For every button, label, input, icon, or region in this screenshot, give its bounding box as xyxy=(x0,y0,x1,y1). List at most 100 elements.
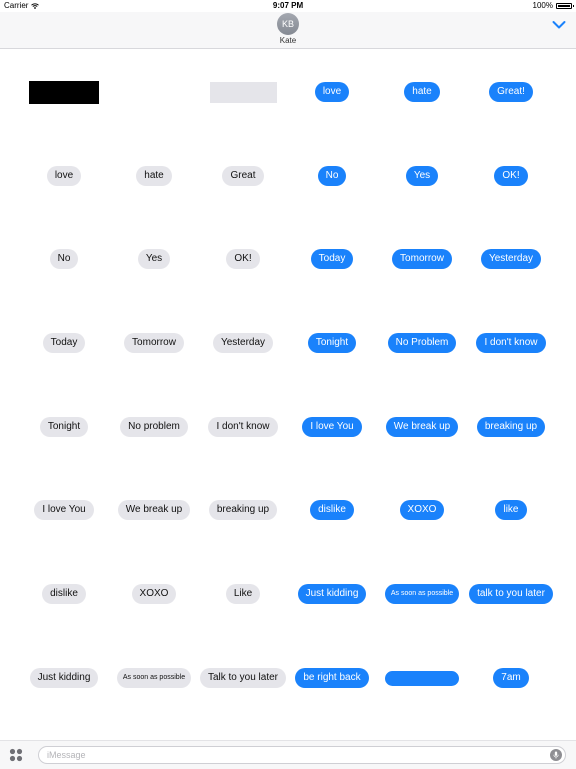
sticker-bubble[interactable]: love xyxy=(314,82,350,102)
sticker-bubble[interactable]: Today xyxy=(42,333,86,353)
sticker-cell[interactable]: As soon as possible xyxy=(377,552,467,636)
sticker-bubble[interactable]: Just kidding xyxy=(297,584,367,604)
sticker-cell[interactable]: Just kidding xyxy=(19,636,109,720)
avatar[interactable]: KB xyxy=(277,13,299,35)
sticker-cell[interactable]: talk to you later xyxy=(466,552,556,636)
sticker-bubble[interactable]: be right back xyxy=(295,668,369,688)
sticker-bubble[interactable]: Tomorrow xyxy=(124,333,184,353)
sticker-cell[interactable]: Yesterday xyxy=(198,301,288,385)
sticker-cell[interactable]: Tonight xyxy=(19,385,109,469)
chevron-down-icon[interactable] xyxy=(552,20,566,30)
sticker-bubble[interactable]: like xyxy=(495,500,527,520)
sticker-bubble[interactable]: breaking up xyxy=(476,417,546,437)
sticker-cell[interactable]: hate xyxy=(109,134,199,218)
sticker-cell[interactable]: We break up xyxy=(109,468,199,552)
sticker-cell[interactable]: I don't know xyxy=(466,301,556,385)
sticker-cell[interactable]: XOXO xyxy=(377,468,467,552)
sticker-bubble[interactable]: breaking up xyxy=(208,500,278,520)
sticker-bubble[interactable]: dislike xyxy=(310,500,354,520)
sticker-bubble[interactable]: Like xyxy=(225,584,261,604)
sticker-cell[interactable]: Yes xyxy=(377,134,467,218)
sticker-bubble[interactable]: No xyxy=(49,249,79,269)
sticker-bubble[interactable]: I love You xyxy=(34,500,94,520)
sticker-bubble[interactable]: Yesterday xyxy=(212,333,274,353)
sticker-cell[interactable]: love xyxy=(287,50,377,134)
sticker-cell[interactable]: OK! xyxy=(198,217,288,301)
sticker-cell[interactable] xyxy=(198,50,288,134)
sticker-cell[interactable]: No problem xyxy=(109,385,199,469)
sticker-bubble[interactable]: Yes xyxy=(137,249,171,269)
sticker-cell[interactable]: No Problem xyxy=(377,301,467,385)
sticker-black-rect[interactable] xyxy=(29,80,99,104)
sticker-bubble[interactable]: XOXO xyxy=(131,584,177,604)
apps-icon[interactable] xyxy=(9,748,23,762)
sticker-cell[interactable]: 7am xyxy=(466,636,556,720)
sticker-cell[interactable]: No xyxy=(287,134,377,218)
sticker-gray-rect[interactable] xyxy=(209,81,277,103)
sticker-bubble[interactable]: No problem xyxy=(120,417,188,437)
sticker-cell[interactable]: Just kidding xyxy=(287,552,377,636)
sticker-bubble[interactable]: Just kidding xyxy=(29,668,99,688)
sticker-cell[interactable]: dislike xyxy=(287,468,377,552)
sticker-cell[interactable]: Tonight xyxy=(287,301,377,385)
sticker-cell[interactable]: Tomorrow xyxy=(109,301,199,385)
sticker-cell[interactable]: I love You xyxy=(19,468,109,552)
sticker-bubble[interactable]: OK! xyxy=(226,249,260,269)
sticker-bubble[interactable]: Great! xyxy=(489,82,533,102)
sticker-blank-bubble[interactable] xyxy=(385,670,459,686)
sticker-cell[interactable]: XOXO xyxy=(109,552,199,636)
sticker-bubble[interactable]: love xyxy=(46,166,82,186)
sticker-bubble[interactable]: talk to you later xyxy=(469,584,553,604)
sticker-cell[interactable] xyxy=(377,636,467,720)
sticker-bubble[interactable]: Tomorrow xyxy=(392,249,452,269)
sticker-bubble[interactable]: Great xyxy=(222,166,264,186)
sticker-bubble[interactable]: No Problem xyxy=(387,333,457,353)
sticker-cell[interactable]: We break up xyxy=(377,385,467,469)
sticker-bubble[interactable]: I love You xyxy=(302,417,362,437)
sticker-cell[interactable]: Talk to you later xyxy=(198,636,288,720)
sticker-bubble[interactable]: We break up xyxy=(117,500,191,520)
sticker-bubble[interactable]: Tonight xyxy=(39,417,89,437)
sticker-bubble[interactable]: We break up xyxy=(385,417,459,437)
sticker-bubble[interactable]: dislike xyxy=(42,584,86,604)
sticker-bubble[interactable]: OK! xyxy=(494,166,528,186)
message-input[interactable] xyxy=(38,746,566,764)
sticker-bubble[interactable]: Tonight xyxy=(307,333,357,353)
sticker-cell[interactable]: As soon as possible xyxy=(109,636,199,720)
sticker-bubble[interactable]: Today xyxy=(310,249,354,269)
sticker-cell[interactable]: Today xyxy=(287,217,377,301)
sticker-bubble[interactable]: I don't know xyxy=(208,417,278,437)
sticker-cell[interactable]: Yes xyxy=(109,217,199,301)
sticker-bubble[interactable]: hate xyxy=(136,166,172,186)
sticker-bubble[interactable]: I don't know xyxy=(476,333,546,353)
sticker-cell[interactable]: love xyxy=(19,134,109,218)
sticker-cell[interactable]: Today xyxy=(19,301,109,385)
sticker-bubble[interactable]: As soon as possible xyxy=(384,584,460,604)
sticker-cell[interactable]: dislike xyxy=(19,552,109,636)
mic-button[interactable] xyxy=(550,749,562,761)
sticker-bubble[interactable]: 7am xyxy=(493,668,529,688)
sticker-bubble[interactable]: hate xyxy=(404,82,440,102)
sticker-cell[interactable]: Great! xyxy=(466,50,556,134)
sticker-bubble[interactable]: As soon as possible xyxy=(116,668,192,688)
sticker-cell[interactable]: Great xyxy=(198,134,288,218)
sticker-bubble[interactable]: Yes xyxy=(405,166,439,186)
sticker-bubble[interactable]: Talk to you later xyxy=(199,668,287,688)
sticker-cell[interactable]: I love You xyxy=(287,385,377,469)
sticker-cell[interactable]: like xyxy=(466,468,556,552)
sticker-cell[interactable]: OK! xyxy=(466,134,556,218)
sticker-bubble[interactable]: Yesterday xyxy=(480,249,542,269)
sticker-cell[interactable]: breaking up xyxy=(198,468,288,552)
sticker-cell[interactable]: No xyxy=(19,217,109,301)
sticker-bubble[interactable]: No xyxy=(317,166,347,186)
sticker-cell[interactable]: I don't know xyxy=(198,385,288,469)
sticker-cell[interactable]: Like xyxy=(198,552,288,636)
sticker-bubble[interactable]: XOXO xyxy=(399,500,445,520)
sticker-cell[interactable]: breaking up xyxy=(466,385,556,469)
sticker-cell[interactable] xyxy=(19,50,109,134)
sticker-cell[interactable]: be right back xyxy=(287,636,377,720)
sticker-cell[interactable]: Yesterday xyxy=(466,217,556,301)
sticker-cell[interactable] xyxy=(109,50,199,134)
sticker-cell[interactable]: hate xyxy=(377,50,467,134)
contact-name[interactable]: Kate xyxy=(0,36,576,45)
